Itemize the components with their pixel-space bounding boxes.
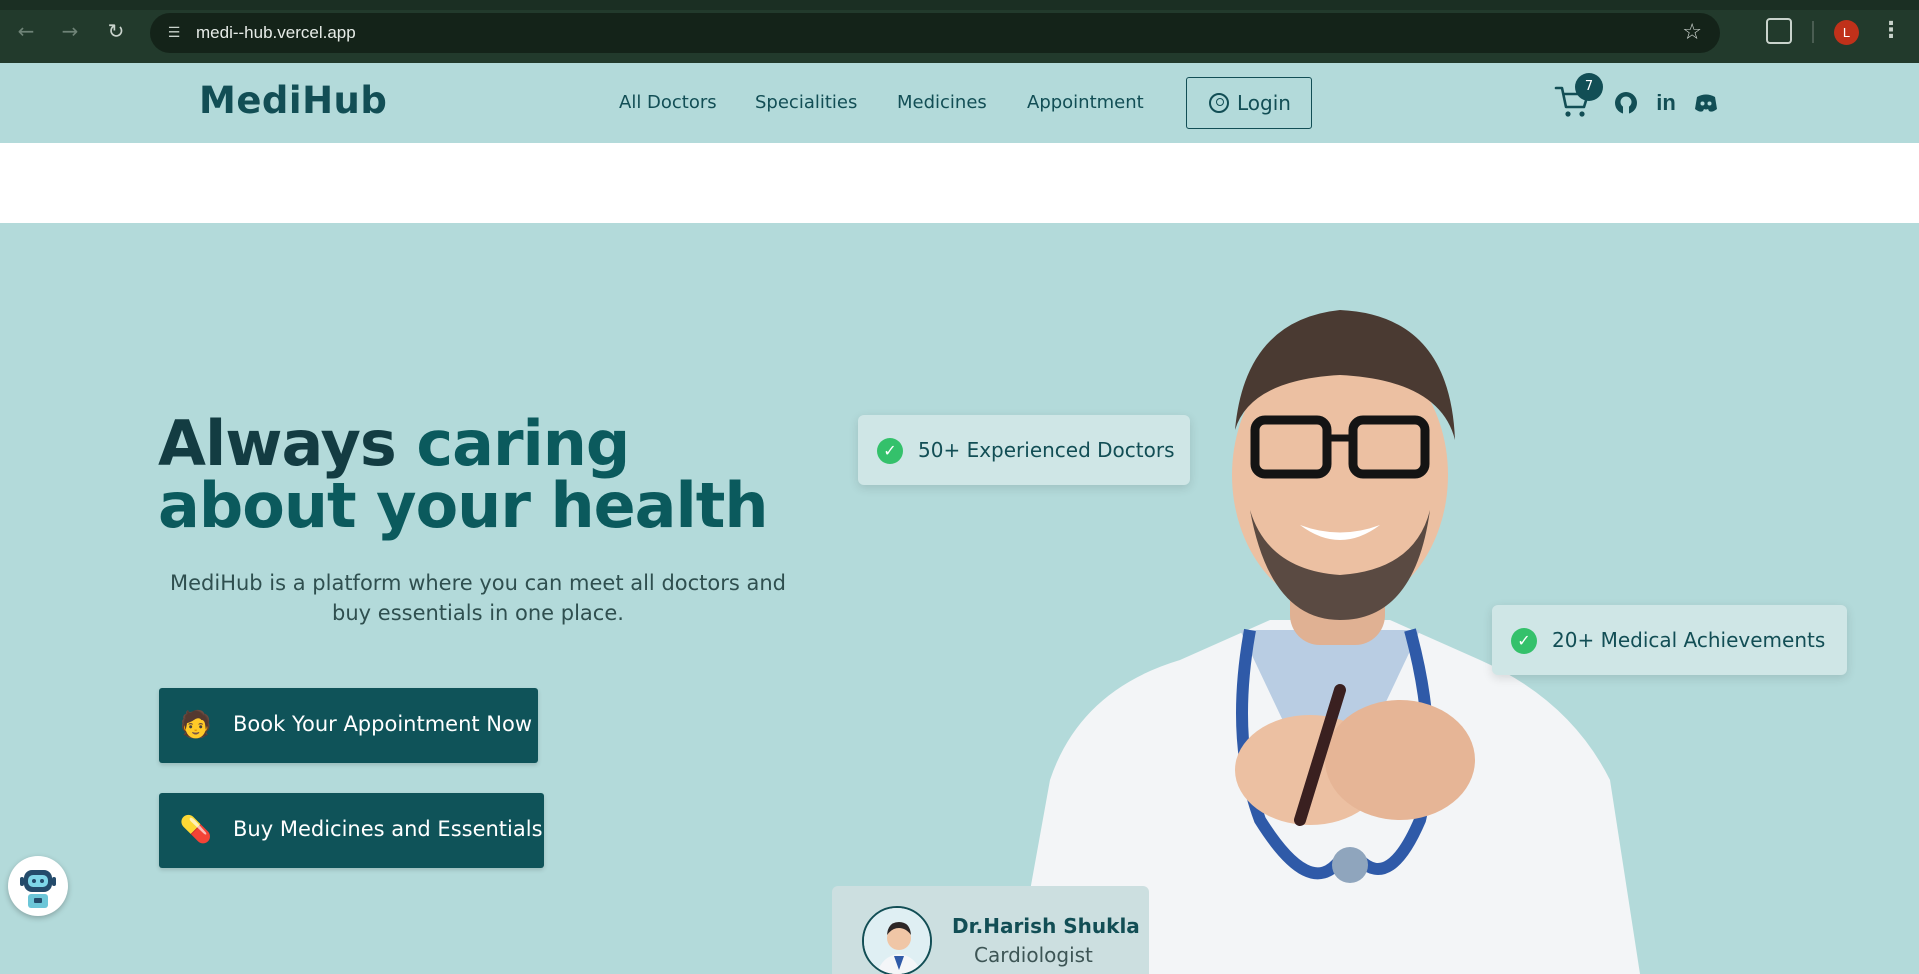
address-bar[interactable]: ☰ medi--hub.vercel.app ☆ xyxy=(150,13,1720,53)
site-logo[interactable]: MediHub xyxy=(199,79,387,122)
medicine-icon: 💊 xyxy=(179,815,213,845)
login-button[interactable]: Login xyxy=(1186,77,1312,129)
forward-icon[interactable]: → xyxy=(56,17,84,45)
nav-appointment[interactable]: Appointment xyxy=(1027,92,1144,113)
bookmark-star-icon[interactable]: ☆ xyxy=(1682,20,1702,45)
check-circle-icon: ✓ xyxy=(877,438,903,464)
site-info-icon[interactable]: ☰ xyxy=(164,23,184,43)
doctor-card[interactable]: Dr.Harish Shukla Cardiologist xyxy=(832,886,1149,974)
doctor-specialty: Cardiologist xyxy=(974,943,1093,967)
stat-doctors-pill: ✓ 50+ Experienced Doctors xyxy=(858,415,1190,485)
doctor-avatar xyxy=(862,906,932,974)
login-label: Login xyxy=(1237,91,1291,115)
white-band xyxy=(0,143,1919,223)
back-icon[interactable]: ← xyxy=(12,17,40,45)
extensions-icon[interactable] xyxy=(1766,18,1792,44)
stat-achievements-pill: ✓ 20+ Medical Achievements xyxy=(1492,605,1847,675)
check-circle-icon: ✓ xyxy=(1511,628,1537,654)
user-circle-icon xyxy=(1209,93,1229,113)
robot-icon xyxy=(20,870,56,908)
reload-icon[interactable]: ↻ xyxy=(102,17,130,45)
book-appointment-label: Book Your Appointment Now xyxy=(233,712,533,736)
discord-icon[interactable] xyxy=(1693,90,1719,116)
tab-strip xyxy=(0,0,1919,10)
nav-specialities[interactable]: Specialities xyxy=(755,92,857,113)
browser-menu-icon[interactable]: ⋮ xyxy=(1880,18,1902,43)
chatbot-button[interactable] xyxy=(8,856,68,916)
hero-headline: Always caring about your health xyxy=(158,413,808,537)
cart-count-badge: 7 xyxy=(1575,73,1603,101)
site-navbar: MediHub All Doctors Specialities Medicin… xyxy=(0,63,1919,143)
doctor-emoji-icon: 🧑 xyxy=(179,710,213,740)
book-appointment-button[interactable]: 🧑 Book Your Appointment Now xyxy=(159,688,538,763)
github-icon[interactable] xyxy=(1613,90,1639,116)
hero-subtitle: MediHub is a platform where you can meet… xyxy=(169,571,787,625)
toolbar-divider xyxy=(1812,21,1814,43)
nav-medicines[interactable]: Medicines xyxy=(897,92,987,113)
linkedin-icon[interactable]: in xyxy=(1653,90,1679,116)
stat-achievements-label: 20+ Medical Achievements xyxy=(1552,628,1826,652)
url-text[interactable]: medi--hub.vercel.app xyxy=(196,23,356,43)
buy-medicines-button[interactable]: 💊 Buy Medicines and Essentials xyxy=(159,793,544,868)
profile-avatar[interactable]: L xyxy=(1834,20,1859,45)
stat-doctors-label: 50+ Experienced Doctors xyxy=(918,438,1175,462)
doctor-name: Dr.Harish Shukla xyxy=(952,914,1140,938)
buy-medicines-label: Buy Medicines and Essentials xyxy=(233,817,543,841)
nav-all-doctors[interactable]: All Doctors xyxy=(619,92,717,113)
browser-chrome: ← → ↻ ☰ medi--hub.vercel.app ☆ L ⋮ xyxy=(0,0,1919,63)
